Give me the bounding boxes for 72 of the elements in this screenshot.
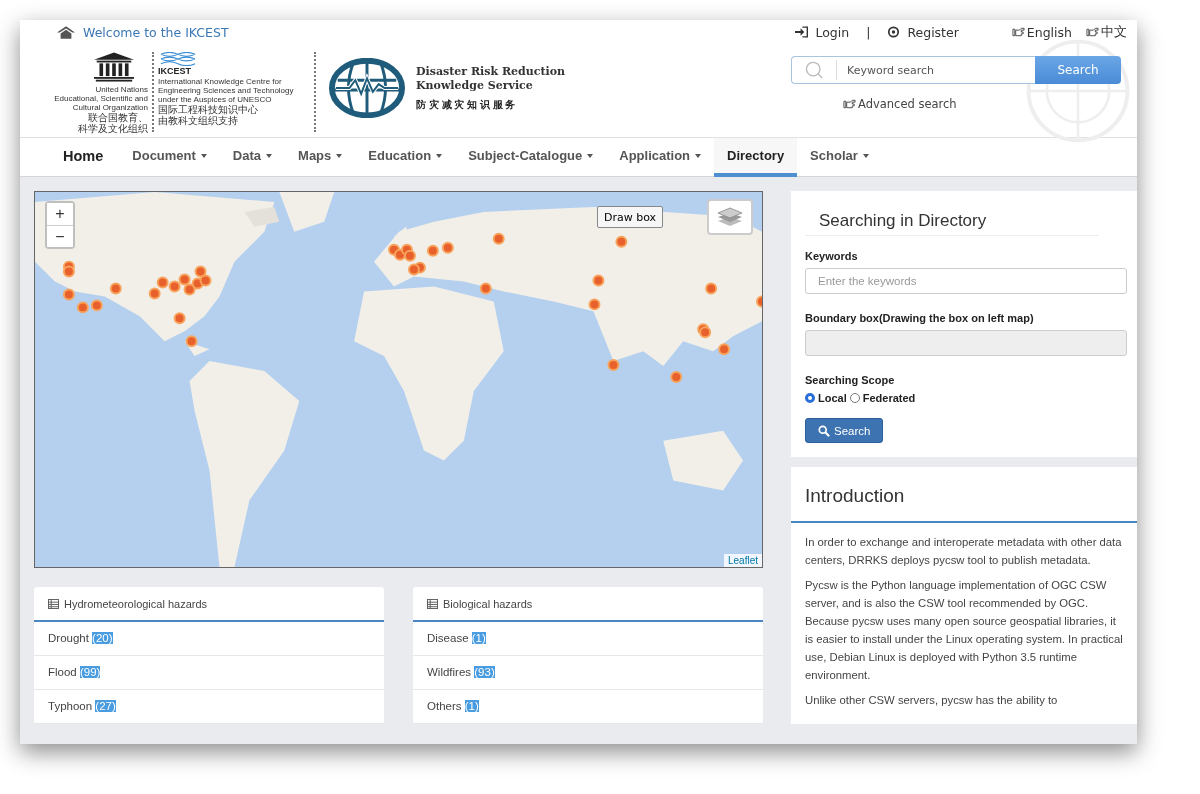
globe-logo-icon [328,58,406,118]
field-label: Keywords [805,250,859,262]
nav-tab[interactable]: Home [50,138,120,177]
keyword-search-field[interactable]: Keyword search [836,60,1035,80]
nav-tab[interactable]: Scholar [797,138,882,177]
attribution-link[interactable]: Leaflet [723,554,762,567]
card-title: Hydrometeorological hazards [64,597,208,610]
radio-label: Federated [862,392,916,404]
logo-caption: Cultural Organization [72,103,148,112]
login-link[interactable]: Login [815,24,850,40]
category-link[interactable]: Wildfires (93) [413,656,763,690]
language-link[interactable]: 中文 [1086,23,1127,41]
field-label: Boundary box(Drawing the box on left map) [805,312,1035,324]
nav-tab[interactable]: Education [355,138,456,177]
directory-search-button[interactable]: Search [805,418,884,443]
keywords-field[interactable]: Enter the keywords [805,268,1127,294]
logo-caption: 科学及文化组织 [78,123,148,134]
layers-button[interactable] [707,199,753,235]
panel-title: Searching in Directory [805,211,1099,236]
zoom-out-button[interactable]: − [47,225,73,247]
logo-caption: 由教科文组织支持 [158,115,238,126]
logo-caption: Engineering Sciences and Technology [158,86,295,95]
radio-button[interactable] [849,393,860,403]
nav-tab[interactable]: Data [219,138,286,177]
panel-title: Introduction [791,467,1137,523]
nav-tab[interactable]: Directory [714,138,798,177]
service-chinese-title: 防 灾 减 灾 知 识 服 务 [416,97,517,112]
search-icon [818,424,830,437]
draw-box-button[interactable]: Draw box [597,206,664,228]
search-icon [804,61,826,79]
logo-caption: Educational, Scientific and [54,94,148,103]
login-icon [795,26,809,38]
category-link[interactable]: Drought (20) [34,622,384,656]
wave-logo-icon [158,52,198,66]
logo-name: IKCEST [158,66,192,76]
table-icon [48,598,59,609]
paragraph: Pycsw is the Python language implementation of OGC CSW server, and is also the CSW tool recommended by OGC. Because pycsw uses many open source geospatial libraries, it is easier to install under the Linux operating system. In practical use, Debian Linux is deployed with Python 3.5 runtime environment. [805,578,1123,683]
service-title: Knowledge Service [416,78,534,93]
logo-caption: 国际工程科技知识中心 [158,104,259,115]
logo-caption: 联合国教育、 [88,112,148,123]
pointing-hand-icon [1011,27,1025,37]
home-icon [57,25,75,39]
advanced-search-link[interactable]: Advanced search [843,97,957,111]
nav-tab[interactable]: Maps [285,138,356,177]
category-link[interactable]: Disease (1) [413,622,763,656]
category-link[interactable]: Others (1) [413,690,763,724]
service-title: Disaster Risk Reduction [416,64,566,79]
pointing-hand-icon [1086,27,1099,37]
radio-label: Local [818,392,847,404]
register-link[interactable]: Register [907,24,959,40]
pointing-hand-icon [843,99,856,109]
radio-button[interactable] [805,393,815,403]
separator: | [866,24,871,40]
welcome-link[interactable]: Welcome to the IKCEST [83,24,229,40]
field-label: Searching Scope [805,374,896,386]
category-link[interactable]: Typhoon (27) [34,690,384,724]
search-field[interactable]: Keyword search [791,56,1035,84]
logo-caption: United Nations [95,85,148,94]
language-link[interactable]: English [1011,23,1072,41]
paragraph: In order to exchange and interoperate metadata with other data centers, DRRKS deploys pycsw tool to publish metadata. [805,535,1123,568]
table-icon [427,598,438,609]
nav-tab[interactable]: Document [119,138,220,177]
category-link[interactable]: Flood (99) [34,656,384,690]
nav-tab[interactable]: Subject-Catalogue [455,138,607,177]
logo-caption: under the Auspices of UNESCO [158,95,273,104]
register-icon [887,26,901,38]
layers-icon [717,207,743,227]
paragraph: Unlike other CSW servers, pycsw has the ability to [805,693,1059,708]
logo-caption: International Knowledge Centre for [158,77,283,86]
nav-tab[interactable]: Application [606,138,715,177]
card-title: Biological hazards [443,597,533,610]
temple-icon [94,52,134,82]
